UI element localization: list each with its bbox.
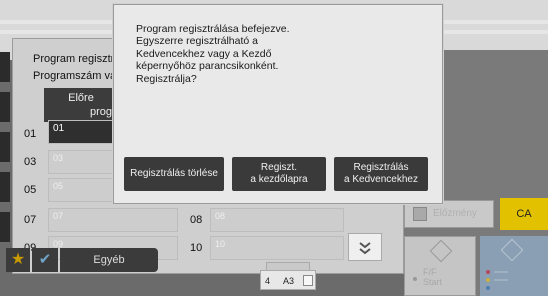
color-bar	[494, 271, 508, 273]
popup-message: Program regisztrálása befejezve. Egyszer…	[136, 23, 290, 85]
start-icon	[500, 238, 524, 262]
program-slot[interactable]: 08	[210, 208, 344, 232]
screen: Program regisztr Programszám vá Előre pr…	[0, 0, 548, 296]
document-icon	[413, 207, 427, 221]
side-tab	[0, 92, 10, 122]
color-start-button[interactable]	[480, 236, 548, 296]
copy-count: 4	[265, 276, 271, 286]
tab-preset-programs[interactable]: Előre prog	[44, 88, 118, 122]
program-number: 01	[24, 128, 37, 140]
color-bar	[494, 279, 508, 281]
dialog-title: Program regisztr	[33, 53, 115, 65]
program-slot[interactable]: 01	[48, 120, 118, 144]
history-label: Előzmény	[433, 208, 477, 219]
check-button[interactable]: ✔	[32, 248, 58, 272]
star-icon: ★	[10, 251, 26, 268]
scroll-down-button[interactable]	[348, 233, 382, 261]
double-chevron-down-icon	[359, 242, 371, 255]
program-number: 10	[190, 242, 203, 254]
side-tab	[0, 172, 10, 202]
color-dot	[486, 278, 490, 282]
bw-start-label-line1: F/F	[423, 267, 437, 277]
side-tab	[0, 212, 10, 242]
start-icon	[429, 239, 453, 263]
register-favorites-button[interactable]: Regisztrálás a Kedvencekhez	[334, 157, 428, 191]
color-dot	[486, 286, 490, 290]
bw-start-button[interactable]: F/F Start	[404, 236, 476, 296]
paper-icon	[303, 275, 313, 286]
program-slot[interactable]: 05	[48, 178, 118, 202]
checkmark-icon: ✔	[38, 251, 52, 268]
bw-start-label-line2: Start	[423, 277, 443, 287]
cancel-registration-button[interactable]: Regisztrálás törlése	[124, 157, 224, 191]
other-button[interactable]: Egyéb	[60, 248, 158, 272]
tab-label-line2: prog	[89, 106, 112, 118]
program-slot[interactable]: 07	[48, 208, 178, 232]
tab-label-line1: Előre	[68, 92, 94, 104]
dialog-subtitle: Programszám vá	[33, 70, 117, 82]
program-number: 08	[190, 214, 203, 226]
color-dot	[486, 270, 490, 274]
registration-complete-popup: Program regisztrálása befejezve. Egyszer…	[113, 4, 443, 204]
bw-start-label: F/F Start	[423, 267, 442, 287]
side-tab	[0, 132, 10, 162]
program-number: 03	[24, 156, 37, 168]
counter-tab	[266, 262, 310, 270]
indicator-dot	[413, 277, 417, 281]
program-slot[interactable]: 10	[210, 236, 344, 260]
side-tab	[0, 52, 10, 82]
program-slot[interactable]: 03	[48, 150, 118, 174]
favorites-button[interactable]: ★	[6, 248, 30, 272]
clear-all-button[interactable]: CA	[500, 198, 548, 230]
program-number: 07	[24, 214, 37, 226]
history-button[interactable]: Előzmény	[404, 200, 494, 228]
register-home-button[interactable]: Regiszt. a kezdőlapra	[232, 157, 326, 191]
copy-counter: 4 A3	[260, 270, 316, 290]
paper-size: A3	[283, 276, 295, 286]
program-number: 05	[24, 184, 37, 196]
